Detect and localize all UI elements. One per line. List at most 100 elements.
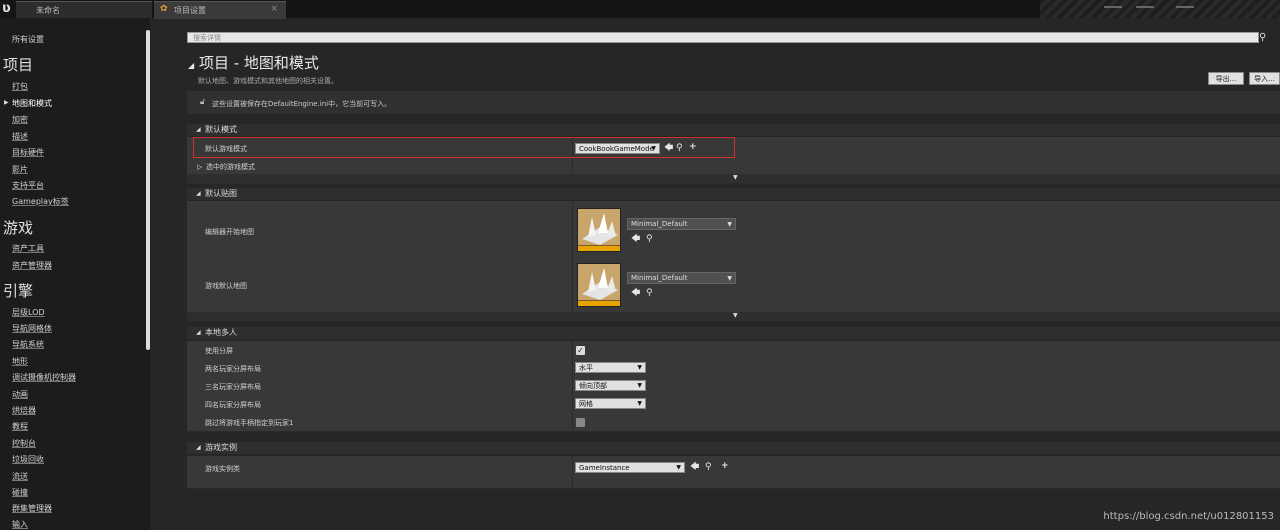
section-local-multiplayer[interactable]: ◢ 本地多人 [187,327,1280,339]
section-game-instance[interactable]: ◢ 游戏实例 [187,442,1280,454]
column-divider[interactable] [572,413,573,431]
export-button[interactable]: 导出... [1208,72,1244,85]
sidebar-item-nav-system[interactable]: 导航系统 [12,339,44,350]
sidebar-item-crowd-manager[interactable]: 群集管理器 [12,503,52,514]
game-instance-combo[interactable]: GameInstance ▼ [575,462,685,473]
column-divider[interactable] [572,395,573,413]
map-thumbnail[interactable] [577,263,621,307]
close-window-button[interactable] [1176,0,1194,8]
sidebar-item-hlod[interactable]: 层级LOD [12,307,45,318]
row-selected-game-mode[interactable]: ▷ 选中的游戏模式 [187,159,1280,175]
column-divider[interactable] [572,377,573,395]
sidebar-item-target-hardware[interactable]: 目标硬件 [12,147,44,158]
column-divider[interactable] [572,201,573,257]
game-instance-value: GameInstance [579,464,630,472]
tab-label: 项目设置 [174,6,206,15]
map-thumbnail[interactable] [577,208,621,252]
tab-project-settings[interactable]: ✿ 项目设置 × [154,1,286,19]
column-divider [572,159,573,174]
add-plus-icon[interactable]: + [721,462,729,471]
column-divider[interactable] [572,257,573,312]
sidebar-all-settings[interactable]: 所有设置 [12,34,44,45]
sidebar-item-description[interactable]: 描述 [12,131,28,142]
asset-type-bar [578,246,620,251]
page-title: ◢ 项目 - 地图和模式 [188,52,319,73]
sidebar-item-collision[interactable]: 碰撞 [12,487,28,498]
sidebar-item-tutorials[interactable]: 教程 [12,421,28,432]
unlock-icon: 🔓︎ [200,97,206,106]
sidebar-item-asset-tools[interactable]: 资产工具 [12,243,44,254]
expand-arrow-icon[interactable]: ▷ [197,163,202,171]
tab-untitled[interactable]: 未命名 [16,1,152,19]
column-divider[interactable] [572,341,573,359]
sidebar-heading-project: 项目 [3,56,34,74]
chevron-down-icon: ▼ [637,364,642,371]
sidebar-item-landscape[interactable]: 地形 [12,356,28,367]
selected-arrow-icon: ▶ [4,99,9,106]
section-default-modes[interactable]: ◢ 默认模式 [187,124,1280,136]
game-map-combo[interactable]: Minimal_Default ▼ [627,272,736,284]
three-player-combo[interactable]: 倾向顶部 ▼ [575,380,646,391]
sidebar-item-packaging[interactable]: 打包 [12,81,28,92]
tab-label: 未命名 [36,6,60,15]
annotation-highlight-box [193,137,735,158]
sidebar-item-supported-platforms[interactable]: 支持平台 [12,180,44,191]
sidebar-item-cooker[interactable]: 烘焙器 [12,405,36,416]
sidebar-item-console[interactable]: 控制台 [12,438,36,449]
splitscreen-label: 使用分屏 [205,347,233,355]
editor-map-combo[interactable]: Minimal_Default ▼ [627,218,736,230]
search-icon[interactable]: ⚲ [1259,32,1266,43]
tab-bar: ʋ 未命名 ✿ 项目设置 × [0,0,1280,19]
sidebar-heading-game: 游戏 [3,219,34,237]
section-title: 默认贴图 [205,189,237,198]
four-player-combo[interactable]: 网格 ▼ [575,398,646,409]
sidebar-item-asset-manager[interactable]: 资产管理器 [12,260,52,271]
sidebar-item-garbage-collection[interactable]: 垃圾回收 [12,454,44,465]
close-icon[interactable]: × [270,2,278,17]
sidebar-item-animation[interactable]: 动画 [12,389,28,400]
use-selected-arrow-icon[interactable]: 🡄︎ [690,463,699,472]
search-input[interactable]: 搜索详情 [187,32,1259,43]
sidebar-item-encryption[interactable]: 加密 [12,114,28,125]
import-button[interactable]: 导入... [1249,72,1280,85]
chevron-down-icon: ▼ [727,221,732,228]
three-player-value: 倾向顶部 [579,382,607,390]
row-two-player-layout: 两名玩家分屏布局 水平 ▼ [187,359,1280,378]
sidebar-item-gameplay-tags[interactable]: Gameplay标签 [12,196,69,207]
column-divider[interactable] [572,359,573,377]
sidebar-item-navmesh[interactable]: 导航网格体 [12,323,52,334]
chevron-down-icon: ▼ [676,464,681,471]
minimize-button[interactable] [1104,0,1122,8]
asset-type-bar [578,301,620,306]
row-game-instance-class: 游戏实例类 GameInstance ▼ 🡄︎ ⚲ + [187,456,1280,489]
advanced-expander[interactable]: ▼ [187,174,1280,184]
browse-magnifier-icon[interactable]: ⚲ [646,235,653,244]
four-player-value: 网格 [579,400,593,408]
sidebar-item-maps-modes[interactable]: 地图和模式 [12,98,52,109]
use-selected-arrow-icon[interactable]: 🡄︎ [631,235,640,244]
chevron-down-icon: ▼ [637,400,642,407]
maximize-button[interactable] [1136,0,1154,8]
advanced-expander[interactable]: ▼ [187,312,1280,322]
skip-gamepad-checkbox[interactable] [576,418,585,427]
sidebar-item-streaming[interactable]: 流送 [12,471,28,482]
splitscreen-checkbox[interactable]: ✓ [576,346,585,355]
two-player-combo[interactable]: 水平 ▼ [575,362,646,373]
sidebar-scrollbar[interactable] [146,30,150,350]
watermark: https://blog.csdn.net/u012801153 [1103,511,1274,522]
browse-magnifier-icon[interactable]: ⚲ [646,289,653,298]
sidebar-item-input[interactable]: 输入 [12,519,28,530]
settings-main: 搜索详情 ⚲ ◢ 项目 - 地图和模式 默认地图、游戏模式和其他地图的相关设置。… [186,18,1280,530]
game-map-label: 游戏默认地图 [205,282,247,290]
column-divider[interactable] [572,456,573,488]
sidebar-heading-engine: 引擎 [3,282,34,300]
sidebar-item-movies[interactable]: 影片 [12,164,28,175]
section-default-maps[interactable]: ◢ 默认贴图 [187,188,1280,200]
collapse-arrow-icon[interactable]: ◢ [188,61,194,70]
sidebar-item-debug-camera[interactable]: 调试摄像机控制器 [12,372,76,383]
browse-magnifier-icon[interactable]: ⚲ [705,463,712,472]
game-instance-label: 游戏实例类 [205,465,240,473]
chevron-down-icon: ▼ [733,312,738,319]
use-selected-arrow-icon[interactable]: 🡄︎ [631,289,640,298]
map-preview-icon [582,268,618,300]
